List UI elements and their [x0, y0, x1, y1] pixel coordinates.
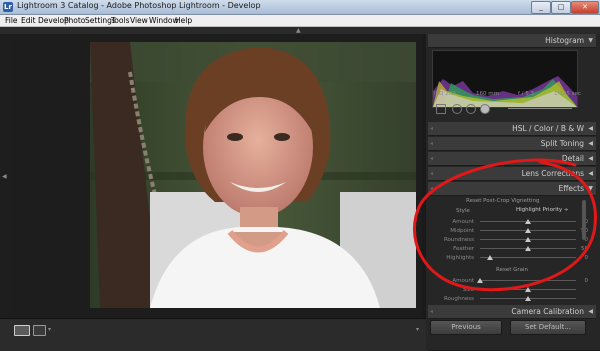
- crop-tool-icon[interactable]: [436, 104, 446, 114]
- window-titlebar: Lr Lightroom 3 Catalog - Adobe Photoshop…: [0, 0, 600, 15]
- collapse-triangle-icon[interactable]: ▼: [588, 34, 593, 47]
- grain-slider-label: Roughness: [443, 296, 474, 302]
- vignette-slider-track[interactable]: [480, 257, 576, 258]
- develop-right-panel: Histogram ▼ ISO 200 160 mm f / 5.3 1/125…: [426, 34, 600, 350]
- top-panel-collapsed[interactable]: ▲: [0, 27, 600, 34]
- vignette-slider-label: Highlights: [446, 255, 474, 261]
- expand-triangle-icon[interactable]: ◀: [588, 305, 593, 318]
- header-stripe-icon: ◂: [430, 170, 434, 177]
- right-panel-scrollbar[interactable]: [582, 200, 586, 240]
- style-label: Style: [456, 208, 470, 214]
- window-title: Lightroom 3 Catalog - Adobe Photoshop Li…: [17, 1, 261, 10]
- expand-triangle-icon[interactable]: ◀: [588, 137, 593, 150]
- lens-corrections-title: Lens Corrections: [521, 169, 584, 178]
- effects-header[interactable]: ◂ Effects ▼: [428, 182, 596, 196]
- lightroom-app-icon: Lr: [3, 2, 13, 12]
- grain-slider-knob[interactable]: [525, 296, 531, 301]
- previous-button[interactable]: Previous: [430, 320, 502, 335]
- vignette-slider-row[interactable]: Midpoint50: [440, 227, 590, 235]
- left-panel-collapsed[interactable]: ◀: [0, 34, 10, 318]
- header-stripe-icon: ◂: [430, 125, 434, 132]
- iso-readout: ISO 200: [434, 91, 456, 97]
- toolbar: ▾ ▾: [0, 318, 428, 351]
- camera-calibration-header[interactable]: ◂ Camera Calibration ◀: [428, 305, 596, 319]
- vignette-slider-knob[interactable]: [525, 237, 531, 242]
- header-stripe-icon: ◂: [430, 308, 434, 315]
- detail-title: Detail: [561, 154, 584, 163]
- menu-edit[interactable]: Edit: [21, 15, 36, 26]
- aperture-readout: f / 5.3: [518, 91, 535, 97]
- maximize-button[interactable]: □: [551, 1, 571, 14]
- post-crop-vignetting-title[interactable]: Reset Post-Crop Vignetting: [466, 198, 540, 204]
- tool-strip: [432, 104, 592, 114]
- toolbar-menu-chevron-icon[interactable]: ▾: [416, 327, 419, 333]
- grain-slider-track[interactable]: [480, 280, 576, 281]
- header-stripe-icon: ◂: [430, 185, 434, 192]
- vignette-slider-knob[interactable]: [486, 255, 493, 260]
- red-eye-icon[interactable]: [466, 104, 476, 114]
- grain-slider-knob[interactable]: [477, 278, 483, 283]
- loupe-view-button[interactable]: [14, 325, 30, 336]
- vignette-slider-label: Amount: [452, 219, 474, 225]
- vignette-slider-row[interactable]: Amount 0: [440, 218, 590, 226]
- grain-slider-row[interactable]: Size: [440, 286, 590, 294]
- vignette-slider-value[interactable]: 50: [581, 245, 588, 253]
- left-panel-toggle-icon[interactable]: ◀: [2, 174, 7, 180]
- vignette-slider-row[interactable]: Highlights 0: [440, 254, 590, 262]
- menu-tools[interactable]: Tools: [111, 15, 129, 26]
- expand-triangle-icon[interactable]: ◀: [588, 122, 593, 135]
- detail-header[interactable]: ◂ Detail ◀: [428, 152, 596, 166]
- hsl-tabs[interactable]: HSL / Color / B & W: [512, 122, 584, 135]
- grain-slider-row[interactable]: Amount 0: [440, 277, 590, 285]
- grain-slider-row[interactable]: Roughness: [440, 295, 590, 303]
- header-stripe-icon: ◂: [430, 140, 434, 147]
- grain-slider-label: Amount: [452, 278, 474, 284]
- focal-length-readout: 160 mm: [476, 91, 499, 97]
- effects-title: Effects: [558, 184, 585, 193]
- split-toning-title: Split Toning: [540, 139, 584, 148]
- menu-file[interactable]: File: [5, 15, 18, 26]
- vignette-slider-knob[interactable]: [525, 228, 531, 233]
- vignette-slider-knob[interactable]: [525, 219, 531, 224]
- before-after-view-button[interactable]: [33, 325, 46, 336]
- vignette-slider-row[interactable]: Feather 50: [440, 245, 590, 253]
- style-dropdown[interactable]: Highlight Priority ÷: [516, 207, 569, 213]
- vignette-slider-label: Roundness: [443, 237, 474, 243]
- menu-bar: File Edit Develop Photo Settings Tools V…: [0, 15, 600, 27]
- graduated-filter-icon[interactable]: [480, 104, 490, 114]
- shutter-readout: 1/125 sec: [554, 91, 581, 97]
- vignette-slider-value[interactable]: 0: [585, 254, 589, 262]
- header-stripe-icon: ◂: [430, 155, 434, 162]
- vignette-slider-label: Feather: [453, 246, 474, 252]
- adjustment-brush-slider[interactable]: [508, 108, 572, 109]
- histogram-graph: [432, 50, 578, 108]
- vignette-slider-row[interactable]: Roundness 0: [440, 236, 590, 244]
- expand-triangle-icon[interactable]: ◀: [588, 152, 593, 165]
- camera-calibration-title: Camera Calibration: [511, 307, 584, 316]
- histogram-title: Histogram: [545, 36, 584, 45]
- minimize-button[interactable]: _: [531, 1, 551, 14]
- close-button[interactable]: ✕: [571, 1, 599, 14]
- grain-title[interactable]: Reset Grain: [496, 267, 528, 273]
- spot-removal-icon[interactable]: [452, 104, 462, 114]
- lens-corrections-header[interactable]: ◂ Lens Corrections ◀: [428, 167, 596, 181]
- collapse-triangle-icon[interactable]: ▼: [588, 182, 593, 195]
- vignette-slider-label: Midpoint: [450, 228, 474, 234]
- grain-slider-label: Size: [462, 287, 474, 293]
- set-default-button[interactable]: Set Default...: [510, 320, 586, 335]
- portrait-photo[interactable]: [90, 42, 416, 308]
- menu-photo[interactable]: Photo: [64, 15, 85, 26]
- menu-help[interactable]: Help: [175, 15, 192, 26]
- grain-slider-knob[interactable]: [525, 287, 531, 292]
- vignette-slider-knob[interactable]: [525, 246, 531, 251]
- view-options-chevron-icon[interactable]: ▾: [48, 327, 51, 333]
- split-toning-header[interactable]: ◂ Split Toning ◀: [428, 137, 596, 151]
- expand-triangle-icon[interactable]: ◀: [588, 167, 593, 180]
- menu-view[interactable]: View: [130, 15, 148, 26]
- histogram-header[interactable]: Histogram ▼: [428, 34, 596, 48]
- grain-slider-value[interactable]: 0: [585, 277, 589, 285]
- hsl-color-bw-header[interactable]: ◂ HSL / Color / B & W ◀: [428, 122, 596, 136]
